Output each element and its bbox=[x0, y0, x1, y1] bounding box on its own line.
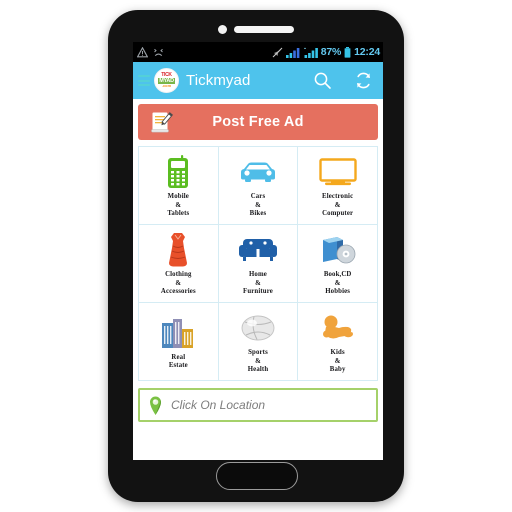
phone-device: 87% 12:24 TICK MYAD .com Tickmyad Post F… bbox=[108, 10, 404, 502]
signal-bars-icon bbox=[285, 47, 300, 58]
label-line: Accessories bbox=[160, 288, 196, 296]
label-line: Health bbox=[247, 366, 269, 374]
label-line: & bbox=[334, 357, 341, 365]
label-line: Mobile bbox=[167, 193, 189, 201]
label-line: Electronic bbox=[322, 193, 354, 201]
earpiece-speaker-icon bbox=[234, 26, 294, 33]
label-line: & bbox=[334, 279, 341, 287]
car-icon bbox=[239, 154, 277, 190]
phone-bottom-bezel bbox=[108, 450, 404, 502]
location-selector[interactable]: Click On Location bbox=[138, 388, 378, 422]
tickmyad-logo: TICK MYAD .com bbox=[154, 68, 179, 93]
category-label: Book,CD & Hobbies bbox=[324, 271, 352, 297]
home-button[interactable] bbox=[216, 462, 298, 490]
hamburger-menu-icon[interactable] bbox=[138, 75, 150, 86]
category-label: Electronic & Computer bbox=[322, 193, 353, 219]
category-real-estate[interactable]: Real Estate bbox=[139, 303, 218, 380]
book-cd-icon bbox=[319, 232, 357, 268]
logo-line-3: .com bbox=[161, 83, 172, 88]
category-label: Sports & Health bbox=[248, 349, 269, 375]
search-icon[interactable] bbox=[313, 71, 332, 90]
post-free-ad-label: Post Free Ad bbox=[212, 114, 304, 130]
label-line: & bbox=[175, 279, 182, 287]
label-line: Bikes bbox=[249, 210, 267, 218]
label-line: Kids bbox=[330, 349, 345, 357]
mobile-phone-icon bbox=[166, 154, 190, 190]
label-line: Sports bbox=[248, 349, 268, 357]
label-line: Computer bbox=[322, 210, 354, 218]
label-line: Real bbox=[171, 353, 186, 361]
compose-ad-icon bbox=[151, 112, 174, 133]
screenshot-root: 87% 12:24 TICK MYAD .com Tickmyad Post F… bbox=[0, 0, 512, 512]
category-kids-baby[interactable]: Kids & Baby bbox=[298, 303, 377, 380]
label-line: Hobbies bbox=[325, 288, 351, 296]
battery-icon bbox=[344, 46, 351, 58]
dress-icon bbox=[165, 232, 191, 268]
label-line: & bbox=[255, 201, 261, 209]
status-bar: 87% 12:24 bbox=[133, 42, 383, 62]
app-bar-actions bbox=[313, 71, 373, 90]
phone-screen: 87% 12:24 TICK MYAD .com Tickmyad Post F… bbox=[133, 42, 383, 460]
category-label: Mobile & Tablets bbox=[167, 193, 189, 219]
label-line: Book,CD bbox=[323, 271, 352, 279]
app-title: Tickmyad bbox=[186, 72, 251, 89]
map-pin-icon bbox=[150, 396, 161, 415]
label-line: Furniture bbox=[243, 288, 273, 296]
category-label: Cars & Bikes bbox=[250, 193, 267, 219]
refresh-icon[interactable] bbox=[354, 71, 373, 90]
label-line: Estate bbox=[168, 362, 188, 369]
status-bar-left-icons bbox=[133, 46, 164, 58]
category-label: Home & Furniture bbox=[243, 271, 273, 297]
label-line: Cars bbox=[250, 193, 266, 201]
buildings-icon bbox=[159, 315, 197, 351]
status-bar-right-icons: 87% 12:24 bbox=[272, 45, 380, 58]
category-sports-health[interactable]: Sports & Health bbox=[218, 303, 298, 380]
label-line: & bbox=[334, 201, 341, 209]
category-label: Clothing & Accessories bbox=[161, 271, 196, 297]
category-label: Real Estate bbox=[169, 354, 188, 371]
status-bar-clock: 12:24 bbox=[354, 45, 380, 58]
camera-dot-icon bbox=[218, 25, 227, 34]
label-line: Tablets bbox=[167, 210, 190, 218]
app-bar: TICK MYAD .com Tickmyad bbox=[133, 62, 383, 99]
battery-percent-label: 87% bbox=[320, 45, 342, 58]
label-line: Clothing bbox=[165, 271, 192, 279]
warning-triangle-icon bbox=[137, 46, 148, 57]
category-mobile-tablets[interactable]: Mobile & Tablets bbox=[139, 147, 218, 224]
baby-icon bbox=[319, 310, 357, 346]
category-clothing-accessories[interactable]: Clothing & Accessories bbox=[139, 225, 218, 302]
volleyball-icon bbox=[240, 310, 276, 346]
monitor-icon bbox=[318, 154, 357, 190]
category-electronic-computer[interactable]: Electronic & Computer bbox=[298, 147, 377, 224]
main-content: Post Free Ad Mobile & Tablets Cars & Bik… bbox=[133, 99, 383, 460]
signal-bars-secondary-icon bbox=[303, 47, 318, 58]
post-free-ad-button[interactable]: Post Free Ad bbox=[138, 104, 378, 140]
label-line: & bbox=[175, 201, 182, 209]
location-placeholder: Click On Location bbox=[171, 398, 266, 412]
label-line: Baby bbox=[329, 366, 346, 374]
category-book-cd-hobbies[interactable]: Book,CD & Hobbies bbox=[298, 225, 377, 302]
category-home-furniture[interactable]: Home & Furniture bbox=[218, 225, 298, 302]
label-line: & bbox=[255, 279, 261, 287]
category-label: Kids & Baby bbox=[330, 349, 346, 375]
label-line: Home bbox=[249, 271, 267, 279]
sofa-icon bbox=[238, 232, 278, 268]
category-cars-bikes[interactable]: Cars & Bikes bbox=[218, 147, 298, 224]
location-off-icon bbox=[272, 47, 283, 57]
label-line: & bbox=[255, 357, 261, 365]
sad-face-icon bbox=[154, 48, 163, 56]
category-grid: Mobile & Tablets Cars & Bikes Electronic… bbox=[138, 146, 378, 381]
